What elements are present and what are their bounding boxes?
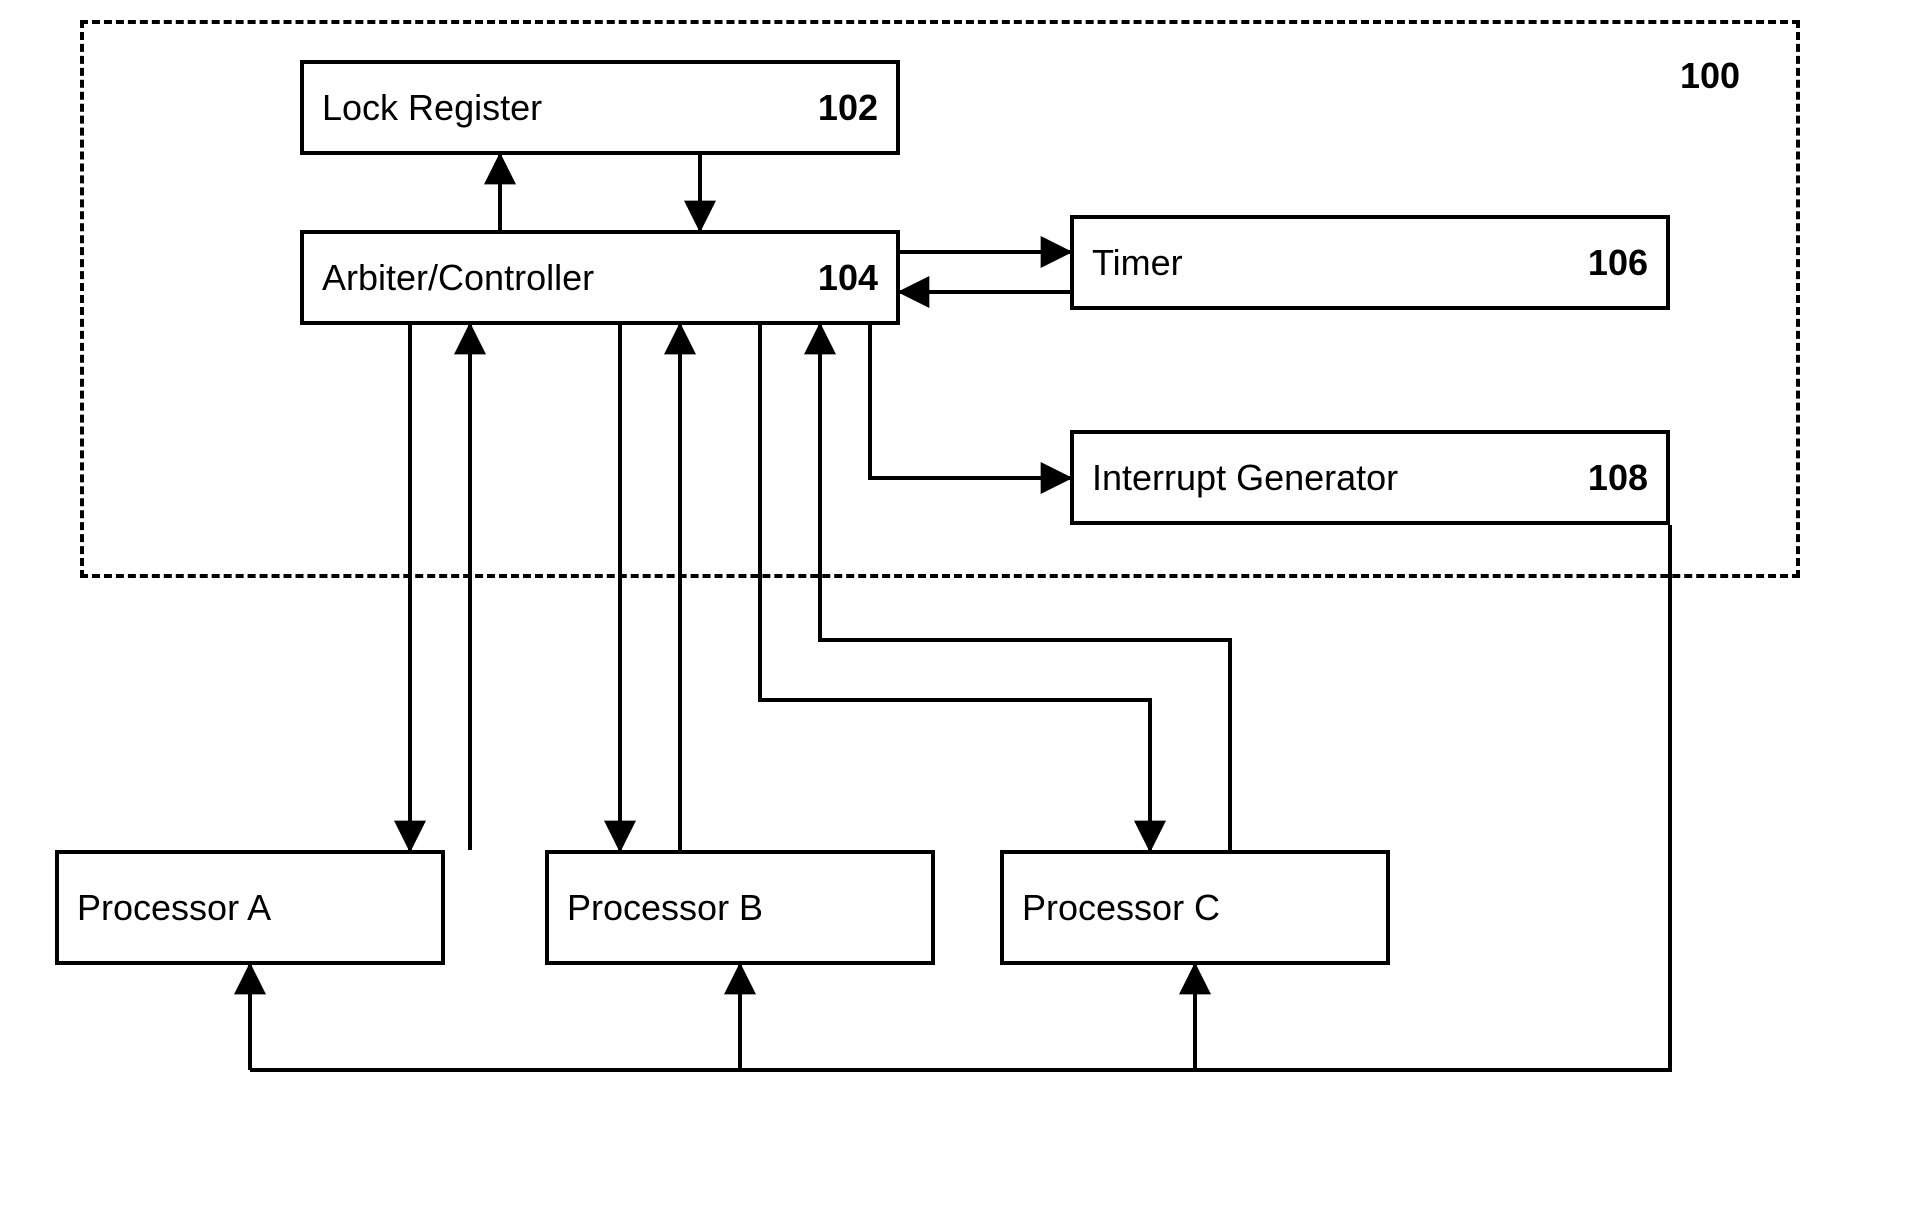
block-arbiter-controller-ref: 104 bbox=[818, 257, 878, 299]
block-processor-c: Processor C bbox=[1000, 850, 1390, 965]
block-arbiter-controller-label: Arbiter/Controller bbox=[322, 257, 798, 299]
container-ref: 100 bbox=[1680, 55, 1740, 97]
block-arbiter-controller: Arbiter/Controller 104 bbox=[300, 230, 900, 325]
block-interrupt-generator-label: Interrupt Generator bbox=[1092, 457, 1568, 499]
block-interrupt-generator-ref: 108 bbox=[1588, 457, 1648, 499]
block-lock-register-label: Lock Register bbox=[322, 87, 798, 129]
block-lock-register-ref: 102 bbox=[818, 87, 878, 129]
block-processor-b: Processor B bbox=[545, 850, 935, 965]
block-processor-b-label: Processor B bbox=[567, 887, 913, 929]
block-timer: Timer 106 bbox=[1070, 215, 1670, 310]
block-interrupt-generator: Interrupt Generator 108 bbox=[1070, 430, 1670, 525]
block-processor-a-label: Processor A bbox=[77, 887, 423, 929]
block-timer-label: Timer bbox=[1092, 242, 1568, 284]
block-timer-ref: 106 bbox=[1588, 242, 1648, 284]
block-processor-c-label: Processor C bbox=[1022, 887, 1368, 929]
diagram-stage: 100 Lock Register 102 Arbiter/Controller… bbox=[0, 0, 1928, 1231]
block-processor-a: Processor A bbox=[55, 850, 445, 965]
block-lock-register: Lock Register 102 bbox=[300, 60, 900, 155]
